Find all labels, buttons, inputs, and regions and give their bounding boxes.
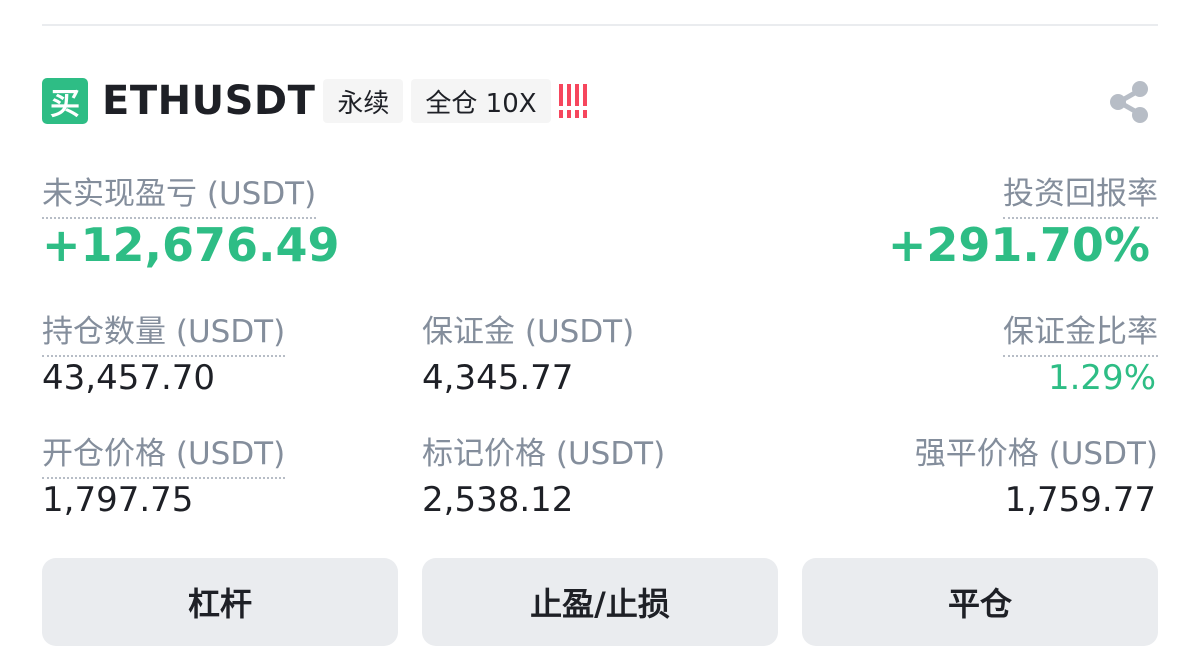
liquidation-price-label: 强平价格 (USDT) [914, 436, 1158, 472]
unrealized-pnl-label[interactable]: 未实现盈亏 (USDT) [42, 168, 317, 219]
margin-ratio-value: 1.29% [1047, 358, 1156, 398]
tp-sl-button[interactable]: 止盈/止损 [422, 558, 778, 646]
mark-price-value: 2,538.12 [422, 480, 574, 520]
roe-value: +291.70% [887, 218, 1150, 272]
margin-mode-tag[interactable]: 全仓 10X [411, 79, 551, 123]
margin-value: 4,345.77 [422, 358, 574, 398]
margin-label: 保证金 (USDT) [422, 314, 635, 350]
liquidation-price-value: 1,759.77 [1004, 480, 1156, 520]
position-size-label[interactable]: 持仓数量 (USDT) [42, 306, 286, 357]
side-badge: 买 [42, 78, 88, 124]
entry-price-label[interactable]: 开仓价格 (USDT) [42, 428, 286, 479]
position-header: 买 ETHUSDT 永续 全仓 10X [42, 76, 587, 126]
contract-type-tag: 永续 [323, 79, 404, 123]
symbol-title[interactable]: ETHUSDT [102, 78, 315, 124]
margin-ratio-label[interactable]: 保证金比率 [1003, 306, 1158, 357]
share-icon[interactable] [1108, 80, 1152, 124]
top-divider [42, 24, 1158, 26]
roe-label[interactable]: 投资回报率 [1003, 168, 1158, 219]
unrealized-pnl-value: +12,676.49 [42, 218, 340, 272]
close-position-button[interactable]: 平仓 [802, 558, 1158, 646]
position-size-value: 43,457.70 [42, 358, 216, 398]
leverage-button[interactable]: 杠杆 [42, 558, 398, 646]
risk-alert-icon [558, 84, 587, 118]
mark-price-label: 标记价格 (USDT) [422, 436, 666, 472]
entry-price-value: 1,797.75 [42, 480, 194, 520]
